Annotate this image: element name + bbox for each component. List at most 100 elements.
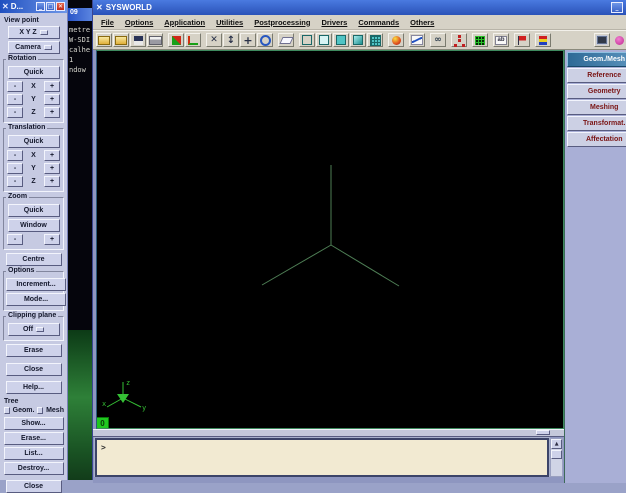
panel-tab-geom-mesh[interactable]: Geom./Mesh — [567, 52, 626, 67]
translate-z-plus-button[interactable]: + — [44, 176, 60, 187]
rotate-y-plus-button[interactable]: + — [44, 94, 60, 105]
rotate-y-minus-button[interactable]: - — [7, 94, 23, 105]
pan-vertical-icon[interactable] — [223, 33, 239, 47]
translate-y-minus-button[interactable]: - — [7, 163, 23, 174]
open-file-icon[interactable] — [96, 33, 112, 47]
menu-file[interactable]: File — [101, 18, 114, 27]
save-icon[interactable] — [130, 33, 146, 47]
translate-x-plus-button[interactable]: + — [44, 150, 60, 161]
menu-drivers[interactable]: Drivers — [321, 18, 347, 27]
menu-utilities[interactable]: Utilities — [216, 18, 243, 27]
command-input[interactable]: > — [95, 438, 549, 477]
panel-tab-geometry[interactable]: Geometry — [567, 84, 626, 99]
close-button[interactable]: Close — [6, 363, 62, 376]
help-button[interactable]: Help... — [6, 381, 62, 394]
minimize-button[interactable]: _ — [611, 2, 623, 13]
palette-icon[interactable] — [611, 33, 626, 47]
cube-flat-icon[interactable] — [333, 33, 349, 47]
tree-show-button[interactable]: Show... — [4, 417, 64, 430]
hud-axis-triad: z x y — [101, 376, 149, 416]
splitter-handle-icon[interactable] — [536, 430, 550, 435]
toolbar-icons — [96, 33, 552, 47]
increment-button[interactable]: Increment... — [6, 278, 66, 291]
menu-commands[interactable]: Commands — [358, 18, 399, 27]
zoom-window-button[interactable]: Window — [8, 219, 60, 232]
zoom-quick-button[interactable]: Quick — [8, 204, 60, 217]
rotation-group: Rotation Quick - X + - Y + - Z + — [3, 59, 64, 123]
desktop-wallpaper — [68, 330, 92, 480]
cube-mesh-icon[interactable] — [367, 33, 383, 47]
tree-list-button[interactable]: List... — [4, 447, 64, 460]
mesh-checkbox[interactable] — [37, 407, 43, 414]
menu-options[interactable]: Options — [125, 18, 153, 27]
pan-center-icon[interactable] — [240, 33, 256, 47]
open-folder-icon[interactable] — [113, 33, 129, 47]
panel-tab-reference[interactable]: Reference — [567, 68, 626, 83]
origin-badge: 0 — [96, 417, 109, 429]
xyz-menu-button[interactable]: X Y Z — [8, 26, 60, 39]
tree-close-button[interactable]: Close — [6, 480, 62, 493]
tree-checkbox-row: Geom. Mesh — [4, 407, 64, 414]
close-window-button[interactable]: ✕ — [56, 2, 65, 11]
menu-postprocessing[interactable]: Postprocessing — [254, 18, 310, 27]
zoom-lens-icon[interactable] — [257, 33, 273, 47]
tree-destroy-button[interactable]: Destroy... — [4, 462, 64, 475]
translate-z-minus-button[interactable]: - — [7, 176, 23, 187]
scrollbar-thumb[interactable] — [551, 450, 562, 459]
rotation-label: Rotation — [6, 55, 38, 62]
local-frame-icon[interactable] — [185, 33, 201, 47]
translation-quick-button[interactable]: Quick — [8, 135, 60, 148]
eraser-icon[interactable] — [278, 33, 294, 47]
render-sphere-icon[interactable] — [388, 33, 404, 47]
axis-label: Y — [31, 96, 36, 103]
horizontal-splitter[interactable] — [93, 429, 564, 437]
translate-y-plus-button[interactable]: + — [44, 163, 60, 174]
maximize-button[interactable]: □ — [46, 2, 55, 11]
window-titlebar[interactable]: ✕ SYSWORLD _ — [93, 0, 626, 15]
centre-button[interactable]: Centre — [6, 253, 62, 266]
rotate-z-minus-button[interactable]: - — [7, 107, 23, 118]
translation-group: Translation Quick - X + - Y + - Z + — [3, 128, 64, 192]
rotate-x-minus-button[interactable]: - — [7, 81, 23, 92]
mesh-grid-icon[interactable] — [472, 33, 488, 47]
clipping-plane-dropdown[interactable]: Off — [8, 323, 60, 336]
curve-chart-icon[interactable] — [409, 33, 425, 47]
print-icon[interactable] — [147, 33, 163, 47]
tree-erase-button[interactable]: Erase... — [4, 432, 64, 445]
panel-tab-transformat[interactable]: Transformat. — [567, 116, 626, 131]
minimize-button[interactable]: _ — [36, 2, 45, 11]
flag-icon[interactable] — [514, 33, 530, 47]
cube-shaded-icon[interactable] — [350, 33, 366, 47]
text-label-icon[interactable] — [493, 33, 509, 47]
erase-button[interactable]: Erase — [6, 344, 62, 357]
translate-x-minus-button[interactable]: - — [7, 150, 23, 161]
menu-application[interactable]: Application — [164, 18, 205, 27]
scroll-up-icon[interactable]: ▲ — [551, 439, 562, 449]
zoom-fit-icon[interactable] — [206, 33, 222, 47]
color-scale-icon[interactable] — [535, 33, 551, 47]
toolbar-right — [594, 33, 626, 47]
rotate-z-plus-button[interactable]: + — [44, 107, 60, 118]
panel-tab-meshing[interactable]: Meshing — [567, 100, 626, 115]
window-bottom-edge — [93, 477, 564, 483]
dialog-titlebar[interactable]: ✕ D... _ □ ✕ — [0, 0, 67, 13]
rotation-quick-button[interactable]: Quick — [8, 66, 60, 79]
command-scrollbar[interactable]: ▲ — [550, 438, 563, 477]
zoom-in-button[interactable]: + — [44, 234, 60, 245]
camera-menu-button[interactable]: Camera — [8, 41, 60, 54]
graphics-viewport[interactable]: z x y 0 — [96, 50, 564, 429]
cube-wireframe-icon[interactable] — [299, 33, 315, 47]
zoom-label: Zoom — [6, 193, 29, 200]
geom-checkbox[interactable] — [4, 407, 10, 414]
menu-others[interactable]: Others — [410, 18, 434, 27]
hierarchy-icon[interactable] — [451, 33, 467, 47]
glasses-icon[interactable] — [430, 33, 446, 47]
zoom-out-button[interactable]: - — [7, 234, 23, 245]
panel-tab-affectation[interactable]: Affectation — [567, 132, 626, 147]
axes-tree-icon[interactable] — [168, 33, 184, 47]
mode-button[interactable]: Mode... — [6, 293, 66, 306]
command-row: > ▲ — [93, 437, 564, 477]
rotate-x-plus-button[interactable]: + — [44, 81, 60, 92]
cube-hidden-line-icon[interactable] — [316, 33, 332, 47]
display-icon[interactable] — [594, 33, 610, 47]
